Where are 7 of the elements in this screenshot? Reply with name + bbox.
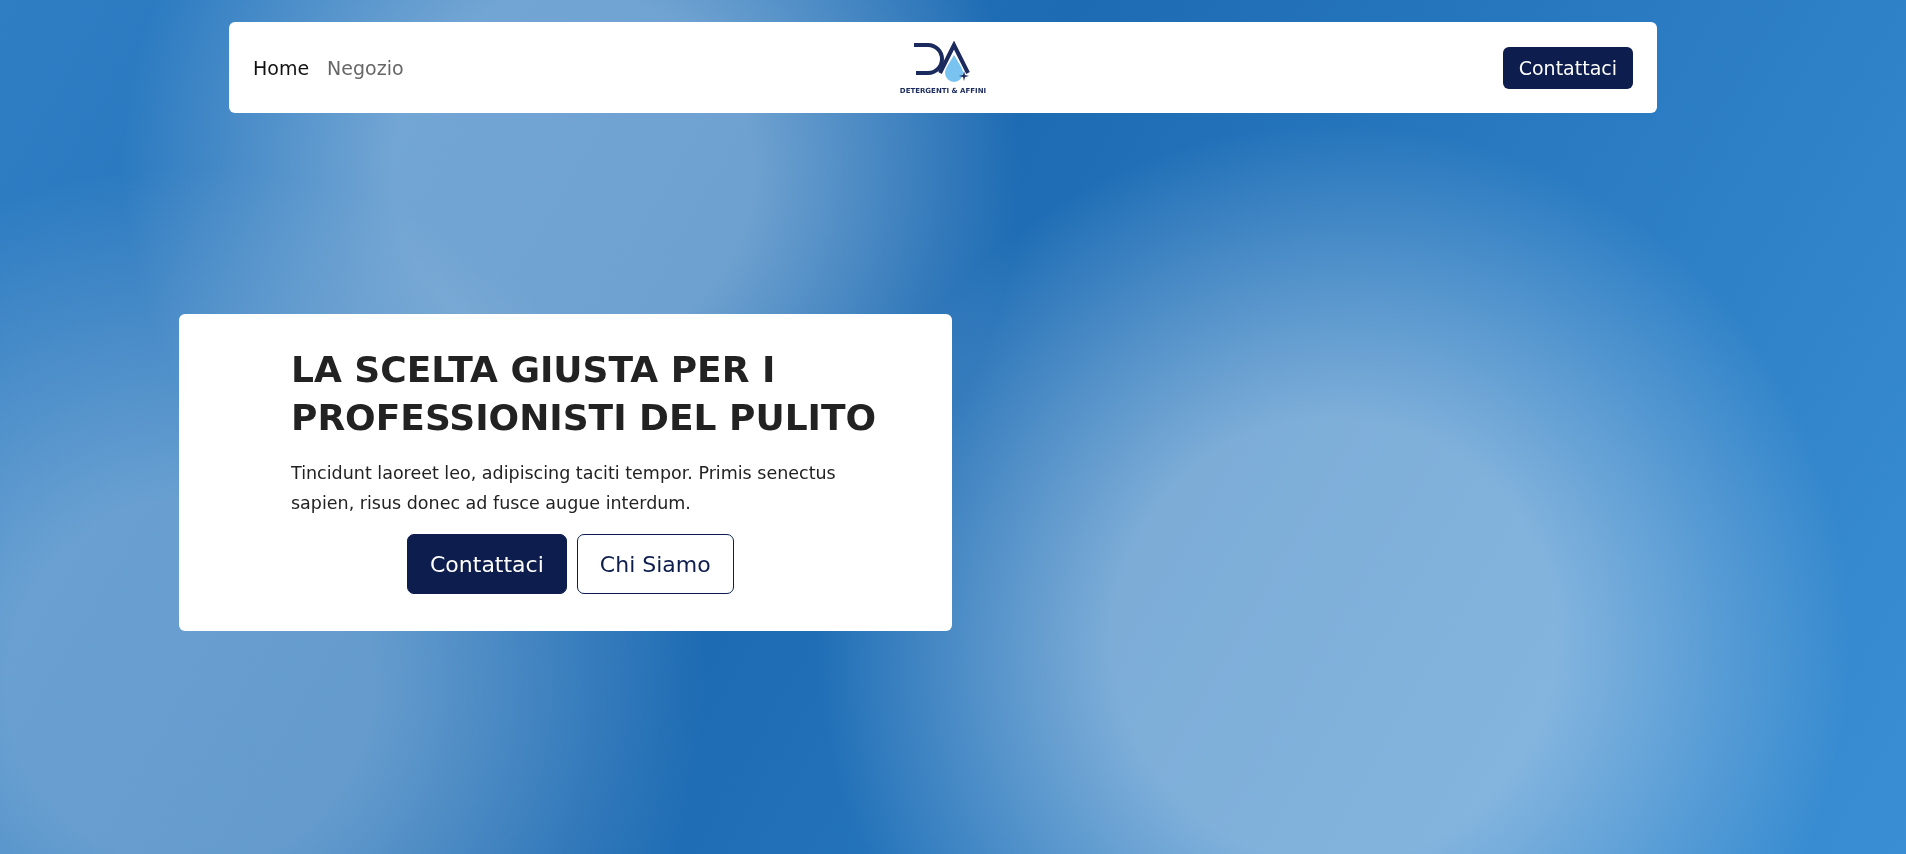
about-button[interactable]: Chi Siamo xyxy=(576,534,734,594)
contact-button[interactable]: Contattaci xyxy=(1502,46,1633,89)
contact-button[interactable]: Contattaci xyxy=(407,534,567,594)
hero-text: Tincidunt laoreet leo, adipiscing taciti tempor. Primis senectus sapien, risus donec ad fusce augue interdum. xyxy=(291,462,837,515)
nav-link[interactable]: Negozio xyxy=(327,56,404,79)
hero-title: LA SCELTA GIUSTA PER I PROFESSIONISTI DEL PULITO xyxy=(291,348,878,440)
nav-link[interactable]: Home xyxy=(253,56,310,79)
